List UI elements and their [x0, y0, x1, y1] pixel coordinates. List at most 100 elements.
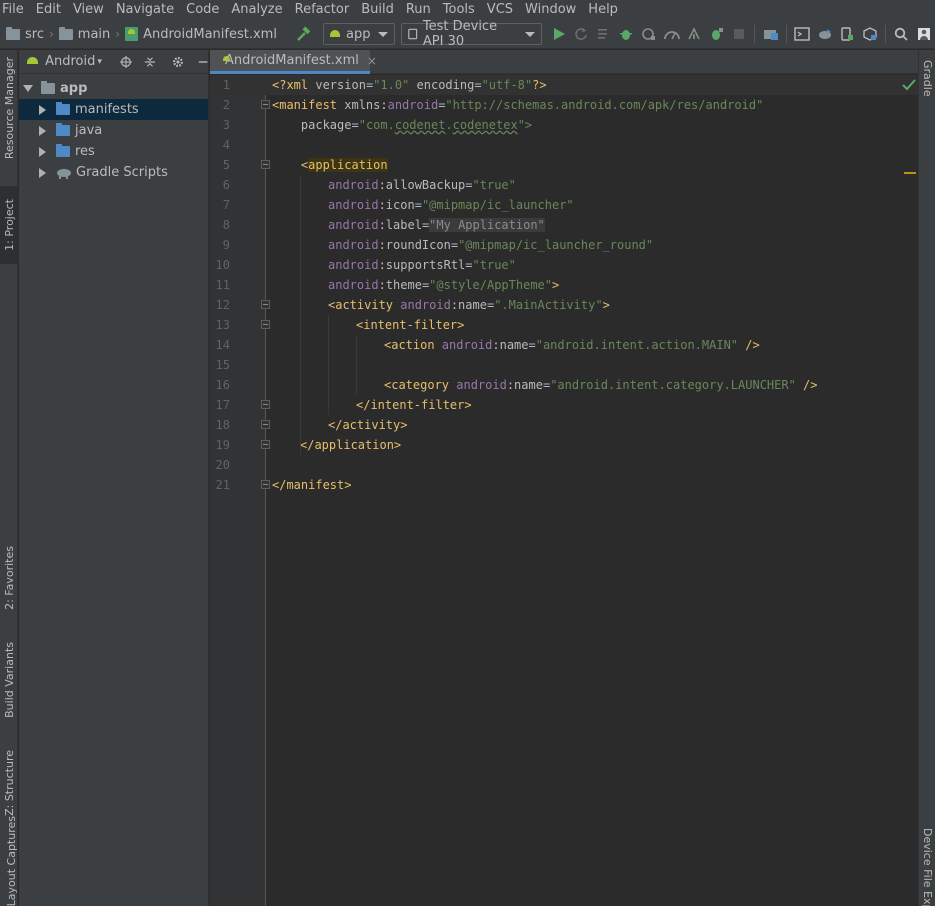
- tree-node-gradle-scripts[interactable]: Gradle Scripts: [19, 162, 208, 183]
- attach-debugger-icon[interactable]: [640, 24, 659, 44]
- menu-edit[interactable]: Edit: [32, 0, 65, 20]
- menu-vcs[interactable]: VCS: [483, 0, 517, 20]
- sdk-manager-icon[interactable]: [861, 24, 880, 44]
- tool-tab-label: Gradle: [921, 60, 934, 97]
- run-config-label: app: [346, 26, 371, 42]
- code-editor[interactable]: 1 <?xml version="1.0" encoding="utf-8"?>…: [210, 75, 918, 906]
- menu-refactor[interactable]: Refactor: [291, 0, 354, 20]
- profile-icon[interactable]: [662, 24, 681, 44]
- code-text: <application: [272, 158, 388, 172]
- fold-marker-icon[interactable]: [261, 400, 270, 409]
- tool-tab-structure[interactable]: Z: Structure: [0, 744, 18, 822]
- rerun-icon[interactable]: [572, 24, 591, 44]
- tree-node-label: manifests: [75, 102, 139, 117]
- attach-process-bug-icon[interactable]: [707, 24, 726, 44]
- menu-run[interactable]: Run: [402, 0, 435, 20]
- device-select[interactable]: Test Device API 30: [401, 19, 542, 49]
- menu-code[interactable]: Code: [182, 0, 223, 20]
- menu-build[interactable]: Build: [357, 0, 398, 20]
- apply-changes-icon[interactable]: [595, 24, 614, 44]
- code-line: 14 <action android:name="android.intent.…: [210, 335, 918, 355]
- code-line: 4: [210, 135, 918, 155]
- project-tree: app manifests java res Gradle Scripts: [19, 74, 208, 183]
- gear-icon[interactable]: [172, 55, 184, 69]
- collapse-arrow-icon[interactable]: [39, 104, 46, 115]
- editor-tab-android-manifest[interactable]: AndroidManifest.xml ×: [210, 50, 377, 74]
- collapse-arrow-icon[interactable]: [39, 125, 46, 136]
- menu-view[interactable]: View: [69, 0, 108, 20]
- menu-analyze[interactable]: Analyze: [227, 0, 286, 20]
- code-text: android:roundIcon="@mipmap/ic_launcher_r…: [328, 238, 654, 252]
- debug-icon[interactable]: [617, 24, 636, 44]
- project-view-select[interactable]: Android: [45, 54, 95, 69]
- locate-target-icon[interactable]: [119, 55, 132, 69]
- fold-marker-icon[interactable]: [261, 100, 270, 109]
- line-number: 6: [222, 178, 230, 192]
- inspection-ok-icon[interactable]: [902, 79, 916, 91]
- tree-node-app[interactable]: app: [19, 78, 208, 99]
- build-hammer-icon[interactable]: [295, 24, 314, 44]
- close-icon[interactable]: ×: [367, 54, 377, 68]
- run-config-select[interactable]: app: [323, 23, 396, 45]
- warning-stripe-marker[interactable]: [904, 172, 916, 174]
- tree-node-res[interactable]: res: [19, 141, 208, 162]
- expand-arrow-icon[interactable]: [23, 85, 33, 92]
- coverage-icon[interactable]: [685, 24, 704, 44]
- tool-tab-gradle[interactable]: Gradle: [919, 60, 935, 120]
- code-text: <action android:name="android.intent.act…: [384, 338, 760, 352]
- gradle-sync-icon[interactable]: [815, 24, 834, 44]
- code-text: <?xml version="1.0" encoding="utf-8"?>: [272, 78, 547, 92]
- collapse-all-icon[interactable]: [144, 55, 156, 69]
- tool-tab-project[interactable]: 1: Project: [0, 186, 18, 264]
- tree-node-label: java: [75, 123, 103, 138]
- folder-icon: [58, 26, 73, 40]
- tool-tab-favorites[interactable]: 2: Favorites: [0, 536, 18, 620]
- menu-bar: File Edit View Navigate Code Analyze Ref…: [0, 0, 935, 20]
- avd-manager-icon[interactable]: [838, 24, 857, 44]
- fold-marker-icon[interactable]: [261, 320, 270, 329]
- breadcrumb-main[interactable]: main: [78, 27, 110, 42]
- tool-tab-resource-manager[interactable]: Resource Manager: [0, 57, 18, 159]
- menu-window[interactable]: Window: [521, 0, 580, 20]
- code-line: 17 </intent-filter>: [210, 395, 918, 415]
- fold-marker-icon[interactable]: [261, 420, 270, 429]
- run-icon[interactable]: [550, 24, 569, 44]
- indent-guide: [300, 175, 301, 455]
- toolbar-divider: [785, 25, 787, 43]
- minimize-icon[interactable]: [198, 56, 208, 68]
- tool-tab-device-file-explorer[interactable]: Device File Explorer: [919, 828, 935, 906]
- project-structure-icon[interactable]: [761, 24, 780, 44]
- collapse-arrow-icon[interactable]: [39, 146, 46, 157]
- user-account-icon[interactable]: [915, 24, 934, 44]
- code-text: </activity>: [328, 418, 408, 432]
- menu-navigate[interactable]: Navigate: [112, 0, 178, 20]
- tool-tab-layout-captures[interactable]: Layout Captures: [0, 816, 18, 906]
- collapse-arrow-icon[interactable]: [39, 167, 46, 178]
- line-number: 1: [222, 78, 230, 92]
- menu-file[interactable]: File: [0, 0, 28, 20]
- code-text: android:label="My Application": [328, 218, 545, 232]
- chevron-down-icon[interactable]: ▾: [97, 57, 102, 67]
- fold-marker-icon[interactable]: [261, 440, 270, 449]
- menu-tools[interactable]: Tools: [439, 0, 479, 20]
- fold-marker-icon[interactable]: [261, 160, 270, 169]
- chevron-right-icon: ›: [115, 27, 121, 41]
- code-line: 5 <application: [210, 155, 918, 175]
- tree-node-label: res: [75, 144, 95, 159]
- tool-tab-build-variants[interactable]: Build Variants: [0, 634, 18, 726]
- tree-node-java[interactable]: java: [19, 120, 208, 141]
- terminal-icon[interactable]: [793, 24, 812, 44]
- menu-help[interactable]: Help: [584, 0, 622, 20]
- project-panel: Android ▾ app manifests java res Gradle …: [19, 50, 209, 906]
- fold-marker-icon[interactable]: [261, 300, 270, 309]
- left-tool-strip: Resource Manager 1: Project 2: Favorites…: [0, 50, 18, 906]
- tool-tab-label: 1: Project: [2, 199, 16, 251]
- code-text: <category android:name="android.intent.c…: [384, 378, 818, 392]
- breadcrumb-file[interactable]: AndroidManifest.xml: [143, 27, 277, 42]
- breadcrumb-src[interactable]: src: [25, 27, 44, 42]
- search-icon[interactable]: [892, 24, 911, 44]
- fold-marker-icon[interactable]: [261, 480, 270, 489]
- tree-node-manifests[interactable]: manifests: [19, 99, 208, 120]
- stop-icon[interactable]: [730, 24, 749, 44]
- code-text: <intent-filter>: [356, 318, 465, 332]
